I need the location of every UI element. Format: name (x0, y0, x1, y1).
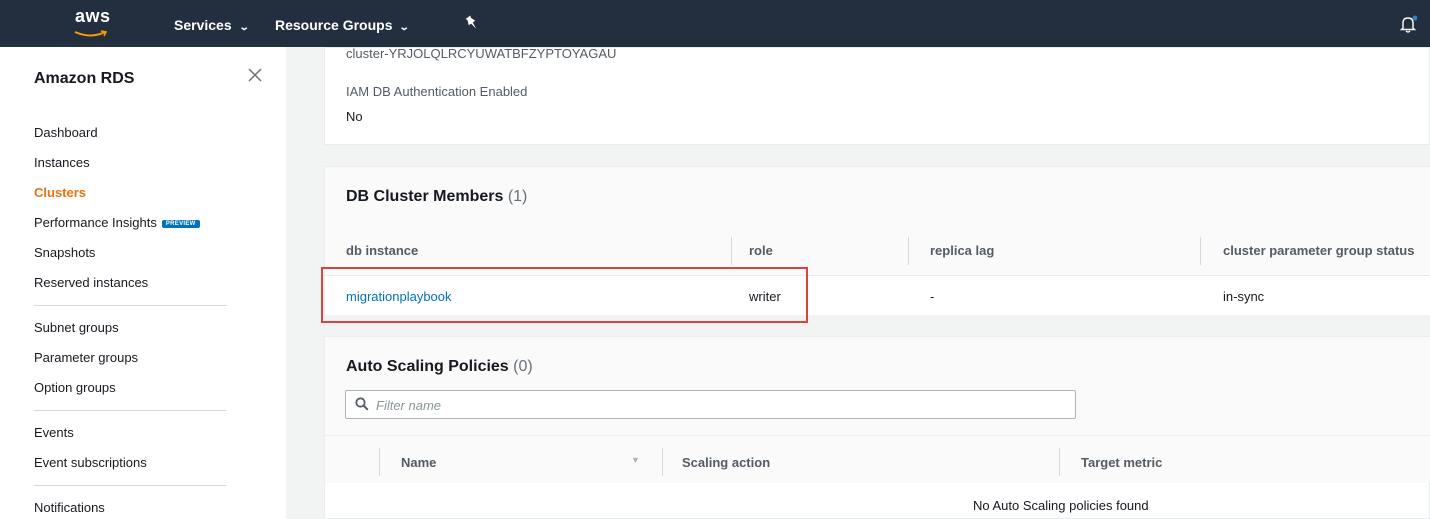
column-header-target-metric[interactable]: Target metric (1081, 455, 1162, 470)
services-label: Services (174, 17, 232, 33)
sort-down-icon[interactable]: ▼ (631, 455, 640, 465)
column-separator (379, 448, 380, 476)
aws-logo[interactable]: aws (62, 6, 122, 40)
highlight-annotation-box (321, 267, 808, 323)
sidebar-divider (34, 305, 227, 306)
iam-auth-value: No (346, 109, 363, 124)
param-status-cell: in-sync (1223, 289, 1265, 304)
sidebar-item-instances[interactable]: Instances (34, 155, 90, 170)
autoscaling-title-text: Auto Scaling Policies (346, 358, 509, 375)
sidebar-item-label: Performance Insights (34, 215, 157, 230)
resource-groups-label: Resource Groups (275, 17, 393, 33)
autoscaling-count: (0) (513, 358, 533, 375)
column-header-scaling-action[interactable]: Scaling action (682, 455, 770, 470)
column-header-role[interactable]: role (749, 243, 773, 258)
sidebar-item-reserved-instances[interactable]: Reserved instances (34, 275, 148, 290)
column-separator (1200, 237, 1201, 265)
members-count: (1) (507, 188, 528, 205)
aws-smile-icon (74, 30, 108, 37)
sidebar-item-event-subscriptions[interactable]: Event subscriptions (34, 455, 147, 470)
members-title-text: DB Cluster Members (346, 188, 504, 205)
members-title: DB Cluster Members (1) (346, 188, 527, 206)
close-icon[interactable] (247, 67, 263, 83)
filter-box[interactable] (345, 390, 1076, 419)
filter-name-input[interactable] (376, 396, 1056, 414)
autoscaling-title: Auto Scaling Policies (0) (346, 358, 533, 376)
preview-badge: PREVIEW (161, 220, 200, 228)
column-header-replica-lag[interactable]: replica lag (930, 243, 994, 258)
sidebar: Amazon RDS Dashboard Instances Clusters … (0, 47, 286, 519)
top-navigation-inner: aws Services ⌄ Resource Groups ⌄ (12, 6, 1420, 42)
sidebar-item-dashboard[interactable]: Dashboard (34, 125, 98, 140)
top-navigation-bar: aws Services ⌄ Resource Groups ⌄ (0, 0, 1430, 47)
column-separator (1059, 448, 1060, 476)
pin-icon[interactable] (464, 15, 480, 31)
members-header-area (325, 167, 1430, 275)
search-icon (355, 397, 369, 411)
sidebar-item-events[interactable]: Events (34, 425, 74, 440)
sidebar-item-performance-insights[interactable]: Performance Insights PREVIEW (34, 215, 200, 230)
resource-groups-menu[interactable]: Resource Groups ⌄ (275, 17, 411, 33)
column-header-name[interactable]: Name (401, 455, 436, 470)
column-separator (731, 237, 732, 265)
sidebar-item-parameter-groups[interactable]: Parameter groups (34, 350, 138, 365)
resource-id-value: cluster-YRJOLQLRCYUWATBFZYPTOYAGAU (346, 46, 617, 61)
services-menu[interactable]: Services ⌄ (174, 17, 250, 33)
sidebar-divider (34, 485, 227, 486)
column-header-param-status[interactable]: cluster parameter group status (1223, 243, 1414, 258)
iam-auth-label: IAM DB Authentication Enabled (346, 84, 528, 99)
column-header-db-instance[interactable]: db instance (346, 243, 418, 258)
bell-icon[interactable] (1399, 15, 1417, 33)
sidebar-item-snapshots[interactable]: Snapshots (34, 245, 95, 260)
sidebar-title: Amazon RDS (34, 70, 135, 87)
auto-scaling-panel: Auto Scaling Policies (0) Name Scaling a… (324, 336, 1430, 519)
chevron-down-icon: ⌄ (399, 22, 411, 33)
sidebar-item-subnet-groups[interactable]: Subnet groups (34, 320, 119, 335)
sidebar-item-notifications[interactable]: Notifications (34, 500, 105, 515)
sidebar-divider (34, 410, 227, 411)
table-header-divider (325, 435, 1430, 436)
sidebar-item-option-groups[interactable]: Option groups (34, 380, 116, 395)
sidebar-item-clusters[interactable]: Clusters (34, 185, 86, 200)
replica-lag-cell: - (930, 289, 935, 304)
cluster-details-panel: cluster-YRJOLQLRCYUWATBFZYPTOYAGAU IAM D… (324, 46, 1430, 145)
column-separator (662, 448, 663, 476)
empty-state-message: No Auto Scaling policies found (973, 498, 1149, 513)
column-separator (908, 237, 909, 265)
chevron-down-icon: ⌄ (238, 22, 250, 33)
aws-logo-text: aws (75, 6, 111, 26)
